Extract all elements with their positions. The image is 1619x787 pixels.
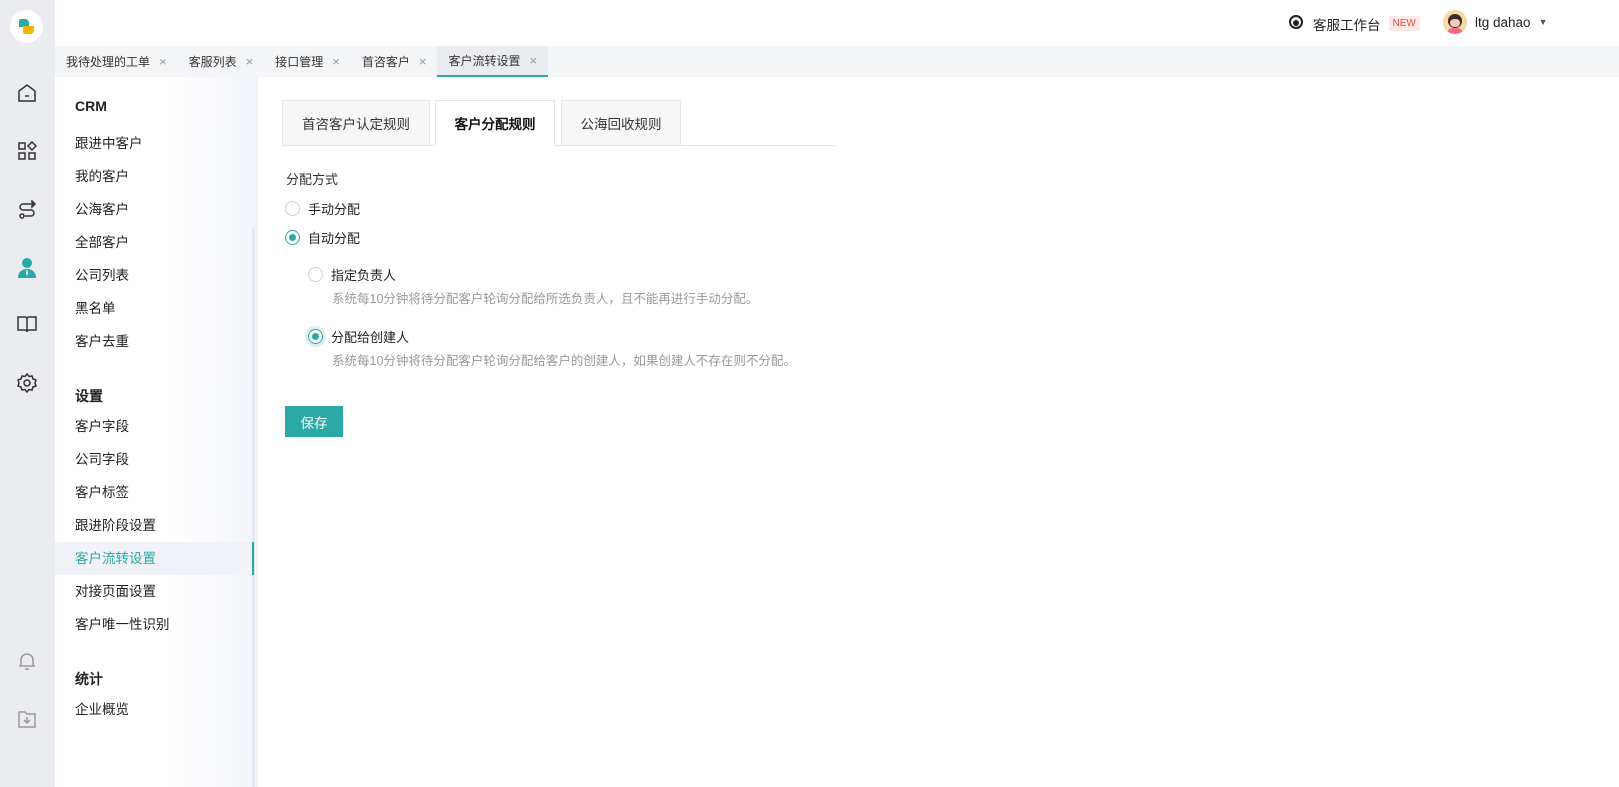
flow-icon[interactable] (15, 198, 39, 222)
close-icon[interactable]: × (529, 53, 537, 68)
new-badge: NEW (1388, 16, 1420, 31)
sidebar-item[interactable]: 客户标签 (55, 476, 254, 509)
book-icon[interactable] (15, 312, 39, 336)
sidebar-item[interactable]: 企业概览 (55, 693, 254, 726)
radio-circle[interactable] (285, 201, 300, 216)
home-icon[interactable] (15, 81, 39, 105)
tab-label: 客户流转设置 (448, 54, 521, 68)
tab-recycle-rule[interactable]: 公海回收规则 (561, 100, 681, 146)
radio-auto[interactable]: 自动分配 (285, 228, 360, 247)
radio-label: 手动分配 (308, 202, 361, 217)
tab-api-management[interactable]: 接口管理 × (264, 46, 351, 77)
close-icon[interactable]: × (246, 54, 254, 69)
radio-label: 分配给创建人 (331, 330, 410, 345)
apps-icon[interactable] (15, 139, 39, 163)
page-tabs: 我待处理的工单 × 客服列表 × 接口管理 × 首咨客户 × 客户流转设置 × (55, 46, 1619, 77)
section-title-stats: 统计 (75, 671, 103, 687)
workbench-label: 客服工作台 (1313, 17, 1381, 33)
close-icon[interactable]: × (332, 54, 340, 69)
sidebar-item[interactable]: 客户唯一性识别 (55, 608, 254, 641)
sidebar-item[interactable]: 对接页面设置 (55, 575, 254, 608)
sidebar-item[interactable]: 公司字段 (55, 443, 254, 476)
radio-circle[interactable] (308, 267, 323, 282)
bell-icon[interactable] (15, 649, 39, 673)
assign-mode-label: 分配方式 (286, 172, 339, 187)
sidebar-item[interactable]: 客户去重 (55, 325, 254, 358)
settings-icon[interactable] (15, 371, 39, 395)
option-description: 系统每10分钟将待分配客户轮询分配给客户的创建人，如果创建人不存在则不分配。 (332, 354, 796, 368)
tab-first-inquiry-rule[interactable]: 首咨客户认定规则 (282, 100, 430, 146)
tab-first-inquiry[interactable]: 首咨客户 × (351, 46, 438, 77)
radio-assign-owner[interactable]: 指定负责人 (308, 265, 396, 284)
sidebar-item[interactable]: 公司列表 (55, 259, 254, 292)
user-name: ltg dahao (1475, 14, 1531, 30)
tab-label: 首咨客户 (361, 55, 410, 69)
sidebar-item[interactable]: 全部客户 (55, 226, 254, 259)
rule-tabs: 首咨客户认定规则 客户分配规则 公海回收规则 (282, 100, 836, 146)
radio-circle-checked[interactable] (308, 329, 323, 344)
close-icon[interactable]: × (419, 54, 427, 69)
sidebar-item[interactable]: 黑名单 (55, 292, 254, 325)
tab-label: 我待处理的工单 (66, 55, 151, 69)
sidebar-item[interactable]: 客户字段 (55, 410, 254, 443)
sidebar-item[interactable]: 我的客户 (55, 160, 254, 193)
tab-agent-list[interactable]: 客服列表 × (178, 46, 265, 77)
option-description: 系统每10分钟将待分配客户轮询分配给所选负责人，且不能再进行手动分配。 (332, 292, 759, 306)
sidebar-item[interactable]: 跟进中客户 (55, 127, 254, 160)
sidebar-item[interactable]: 跟进阶段设置 (55, 509, 254, 542)
workbench-link[interactable]: 客服工作台 NEW (1287, 13, 1420, 34)
app-logo[interactable] (10, 10, 43, 43)
radio-circle-checked[interactable] (285, 230, 300, 245)
tab-customer-flow[interactable]: 客户流转设置 × (437, 46, 549, 77)
download-folder-icon[interactable] (15, 707, 39, 731)
top-bar: 客服工作台 NEW ltg dahao ▼ (55, 0, 1619, 46)
avatar (1443, 10, 1467, 34)
tab-assign-rule[interactable]: 客户分配规则 (435, 100, 555, 146)
customer-icon[interactable] (15, 256, 39, 280)
user-menu[interactable]: ltg dahao ▼ (1443, 10, 1547, 34)
icon-rail (0, 0, 55, 787)
save-button[interactable]: 保存 (285, 406, 343, 437)
sidebar: CRM 跟进中客户 我的客户 公海客户 全部客户 公司列表 黑名单 客户去重 设… (55, 77, 258, 787)
tab-label: 接口管理 (275, 55, 324, 69)
sidebar-item-active[interactable]: 客户流转设置 (55, 542, 254, 575)
radio-label: 自动分配 (308, 231, 361, 246)
radio-assign-creator[interactable]: 分配给创建人 (308, 327, 409, 346)
caret-down-icon: ▼ (1538, 17, 1548, 27)
headset-icon (1287, 13, 1305, 34)
sidebar-item[interactable]: 公海客户 (55, 193, 254, 226)
radio-manual[interactable]: 手动分配 (285, 199, 360, 218)
section-title-crm: CRM (75, 98, 107, 114)
tab-label: 客服列表 (188, 55, 237, 69)
tab-pending-tickets[interactable]: 我待处理的工单 × (55, 46, 178, 77)
radio-label: 指定负责人 (331, 268, 397, 283)
close-icon[interactable]: × (159, 54, 167, 69)
main-content: 首咨客户认定规则 客户分配规则 公海回收规则 分配方式 手动分配 自动分配 指定… (258, 77, 1619, 787)
section-title-settings: 设置 (75, 388, 103, 404)
